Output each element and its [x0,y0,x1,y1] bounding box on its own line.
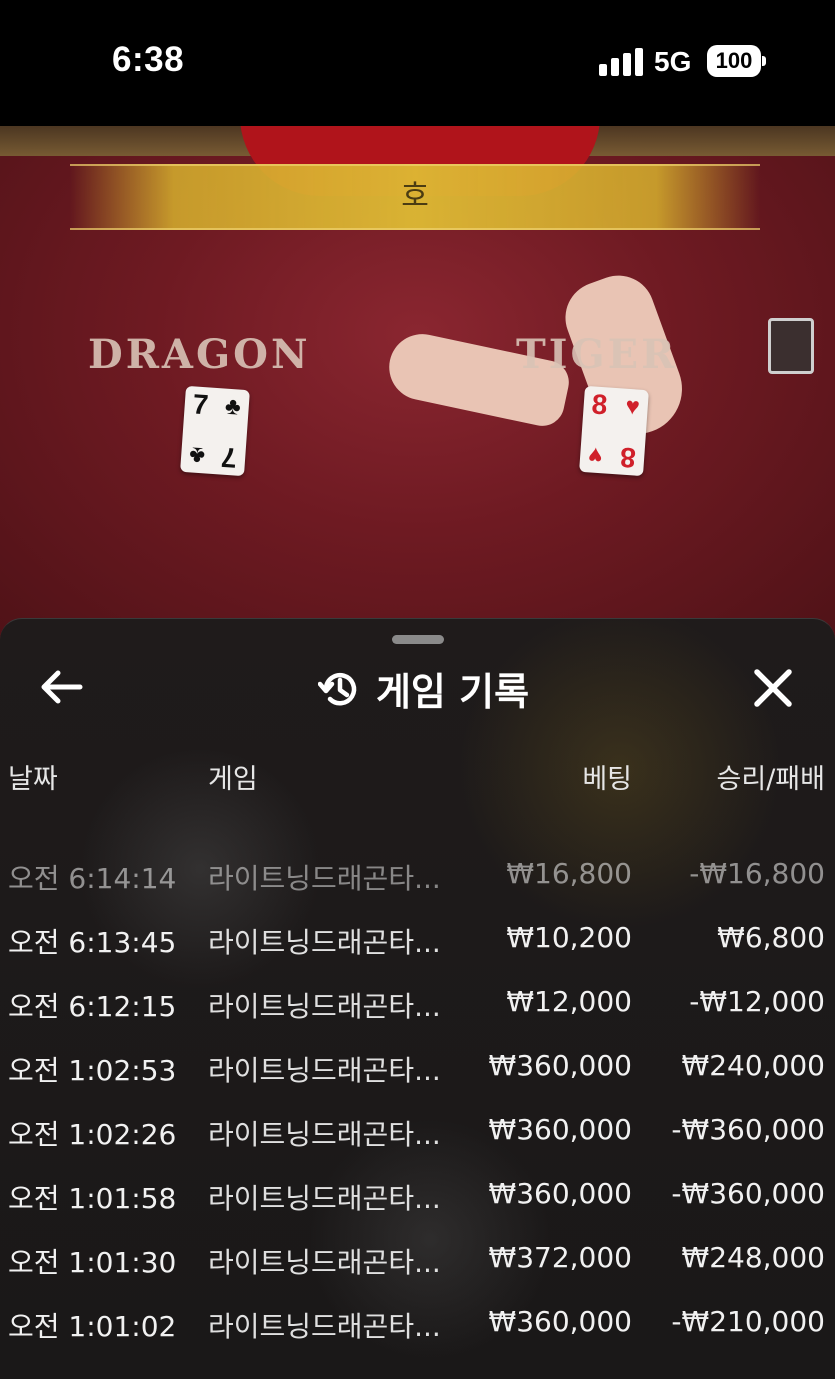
column-header-game: 게임 [208,764,258,795]
dragon-label: DRAGON [88,331,311,378]
row-game: 라이트닝드래곤타... [208,990,441,1023]
row-result: -₩360,000 [671,1113,825,1146]
history-row[interactable]: 오전 1:01:58 라이트닝드래곤타... ₩360,000 -₩360,000 [0,1171,835,1235]
close-icon [754,669,792,707]
history-row[interactable]: 오전 6:12:15 라이트닝드래곤타... ₩12,000 -₩12,000 [0,979,835,1043]
row-result: ₩248,000 [681,1241,825,1274]
history-row[interactable]: 오전 6:14:14 라이트닝드래곤타... ₩16,800 -₩16,800 [0,851,835,915]
row-result: ₩6,800 [717,921,825,954]
row-bet: ₩16,800 [506,857,632,890]
row-bet: ₩12,000 [506,985,632,1018]
row-game: 라이트닝드래곤타... [208,1310,441,1343]
status-time: 6:38 [112,40,185,79]
row-result: ₩240,000 [681,1049,825,1082]
battery-icon: 100 [707,45,761,77]
row-bet: ₩360,000 [488,1113,632,1146]
page-title: 게임 기록 [375,670,530,714]
column-header-result: 승리/패배 [716,764,825,795]
row-result: -₩210,000 [671,1305,825,1338]
row-result: -₩12,000 [689,985,825,1018]
close-button[interactable] [752,667,794,709]
tiger-card: 8 ♥ 8 ♥ [579,385,649,477]
network-type: 5G [654,46,692,77]
sheet-grabber[interactable] [392,635,444,644]
row-game: 라이트닝드래곤타... [208,1246,441,1279]
list-bottom-fade [0,1343,835,1379]
status-bar: 6:38 5G 100 [0,0,835,126]
row-bet: ₩360,000 [488,1049,632,1082]
sheet-header: 게임 기록 [0,661,835,714]
history-row[interactable]: 오전 1:02:53 라이트닝드래곤타... ₩360,000 ₩240,000 [0,1043,835,1107]
row-bet: ₩360,000 [488,1305,632,1338]
game-history-sheet: 게임 기록 날짜 게임 베팅 승리/패배 오전 6:14:14 라이트닝드래곤타.… [0,618,835,1379]
row-bet: ₩10,200 [506,921,632,954]
card-shoe [768,318,814,374]
row-date: 오전 1:01:30 [8,1246,177,1279]
row-bet: ₩372,000 [488,1241,632,1274]
column-header-date: 날짜 [8,764,58,795]
row-bet: ₩360,000 [488,1177,632,1210]
dragon-card: 7 ♣ 7 ♣ [180,385,250,477]
row-result: -₩360,000 [671,1177,825,1210]
table-header: 날짜 게임 베팅 승리/패배 [0,757,835,797]
history-list[interactable]: 오전 6:14:14 라이트닝드래곤타... ₩16,800 -₩16,800 오전 6… [0,851,835,1363]
column-header-bet: 베팅 [582,764,632,795]
row-date: 오전 6:14:14 [8,862,177,895]
row-game: 라이트닝드래곤타... [208,862,441,895]
row-date: 오전 1:02:26 [8,1118,177,1151]
row-game: 라이트닝드래곤타... [208,1118,441,1151]
row-date: 오전 1:01:02 [8,1310,177,1343]
tiger-label: TIGER [516,331,678,378]
row-date: 오전 1:01:58 [8,1182,177,1215]
row-date: 오전 1:02:53 [8,1054,177,1087]
history-row[interactable]: 오전 1:02:26 라이트닝드래곤타... ₩360,000 -₩360,000 [0,1107,835,1171]
row-date: 오전 6:12:15 [8,990,177,1023]
history-row[interactable]: 오전 1:01:30 라이트닝드래곤타... ₩372,000 ₩248,000 [0,1235,835,1299]
row-date: 오전 6:13:45 [8,926,177,959]
cellular-signal-icon [599,48,643,76]
history-icon [317,672,357,705]
row-result: -₩16,800 [689,857,825,890]
row-game: 라이트닝드래곤타... [208,1182,441,1215]
history-row[interactable]: 오전 6:13:45 라이트닝드래곤타... ₩10,200 ₩6,800 [0,915,835,979]
battery-nub [762,56,766,66]
row-game: 라이트닝드래곤타... [208,1054,441,1087]
round-result-banner: 호 [70,164,760,230]
row-game: 라이트닝드래곤타... [208,926,441,959]
live-game-video: 호 DRAGON TIGER 7 ♣ 7 ♣ 8 ♥ 8 ♥ [0,126,835,646]
